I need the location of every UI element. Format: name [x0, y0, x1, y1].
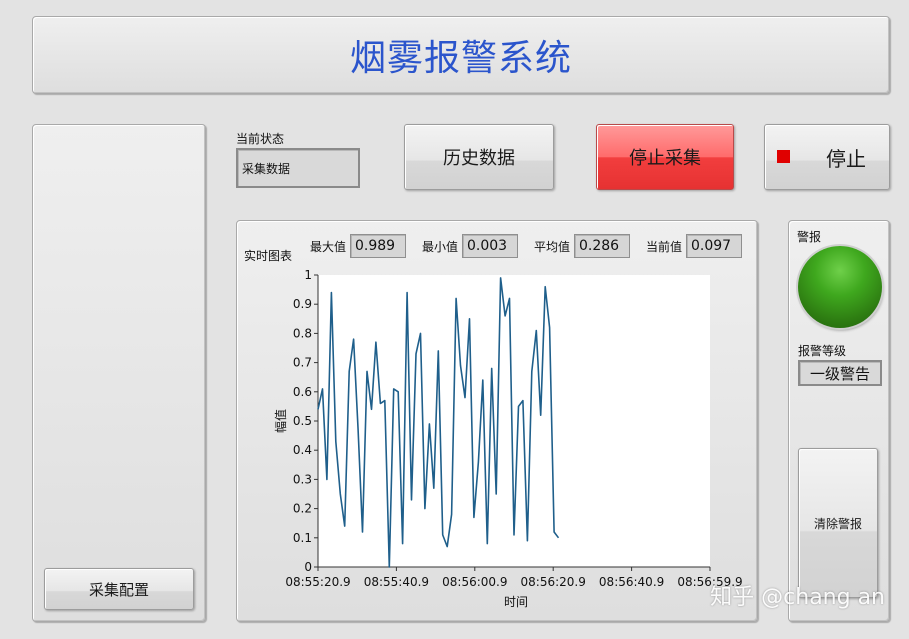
- stat-label-current: 当前值: [646, 240, 683, 254]
- stat-min-field: 0.003: [462, 234, 518, 258]
- stat-min-value: 0.003: [467, 238, 508, 254]
- stop-button-label: 停止: [826, 146, 866, 171]
- config-button[interactable]: 采集配置: [44, 568, 194, 610]
- stat-current-value: 0.097: [691, 238, 732, 254]
- alarm-level-label: 报警等级: [798, 344, 847, 358]
- alarm-label: 警报: [797, 230, 822, 244]
- stat-avg-value: 0.286: [579, 238, 620, 254]
- stat-current-field: 0.097: [686, 234, 742, 258]
- stat-max-value: 0.989: [355, 238, 396, 254]
- chart-title: 实时图表: [244, 249, 293, 263]
- stat-label-min: 最小值: [422, 240, 459, 254]
- app-title: 烟雾报警系统: [349, 38, 572, 79]
- status-value: 采集数据: [242, 161, 291, 176]
- config-button-label: 采集配置: [88, 580, 149, 599]
- stop-collect-button[interactable]: 停止采集: [596, 124, 734, 190]
- alarm-level-field: 一级警告: [798, 360, 882, 386]
- clear-alarm-button[interactable]: 清除警报: [798, 448, 878, 598]
- title-panel: 烟雾报警系统: [32, 16, 890, 94]
- stat-label-avg: 平均值: [534, 240, 571, 254]
- stat-label-max: 最大值: [310, 240, 347, 254]
- alarm-light-indicator: [798, 246, 882, 328]
- history-button[interactable]: 历史数据: [404, 124, 554, 190]
- status-label: 当前状态: [236, 132, 285, 146]
- chart-panel: 实时图表: [236, 220, 758, 622]
- stat-avg-field: 0.286: [574, 234, 630, 258]
- alarm-level-value: 一级警告: [809, 364, 870, 383]
- stat-max-field: 0.989: [350, 234, 406, 258]
- stop-collect-button-label: 停止采集: [629, 148, 701, 169]
- history-button-label: 历史数据: [443, 148, 515, 169]
- status-field: 采集数据: [236, 148, 360, 188]
- stop-button[interactable]: 停止: [764, 124, 890, 190]
- stop-indicator-icon: [777, 150, 790, 163]
- left-sidebar-panel: [32, 124, 206, 622]
- clear-alarm-button-label: 清除警报: [813, 516, 862, 531]
- watermark: 知乎 @chang an: [710, 585, 885, 610]
